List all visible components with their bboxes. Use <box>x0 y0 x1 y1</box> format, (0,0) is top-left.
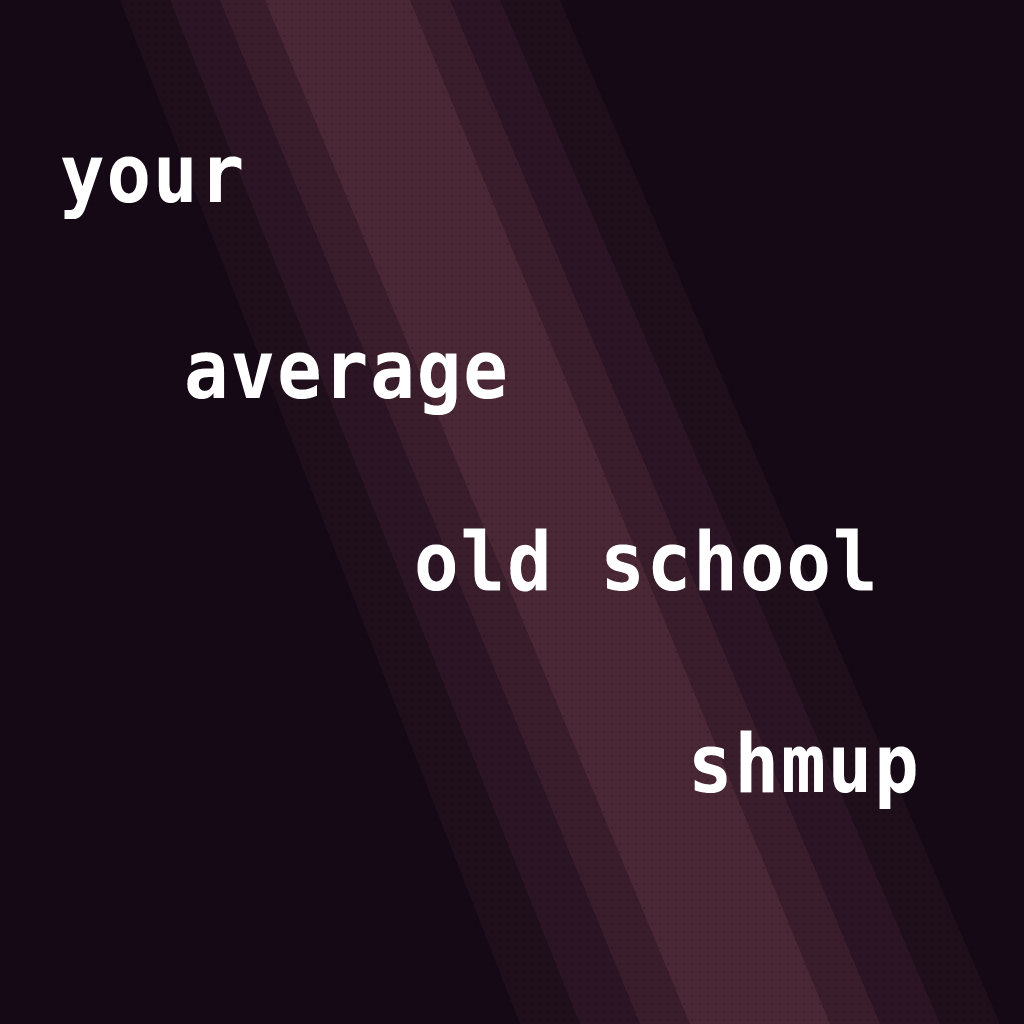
title-word-average: average <box>184 323 510 418</box>
title-screen: your average old school shmup <box>0 0 1024 1024</box>
title-word-shmup: shmup <box>688 717 921 812</box>
title-word-your: your <box>60 127 247 222</box>
title-word-old-school: old school <box>414 515 880 610</box>
